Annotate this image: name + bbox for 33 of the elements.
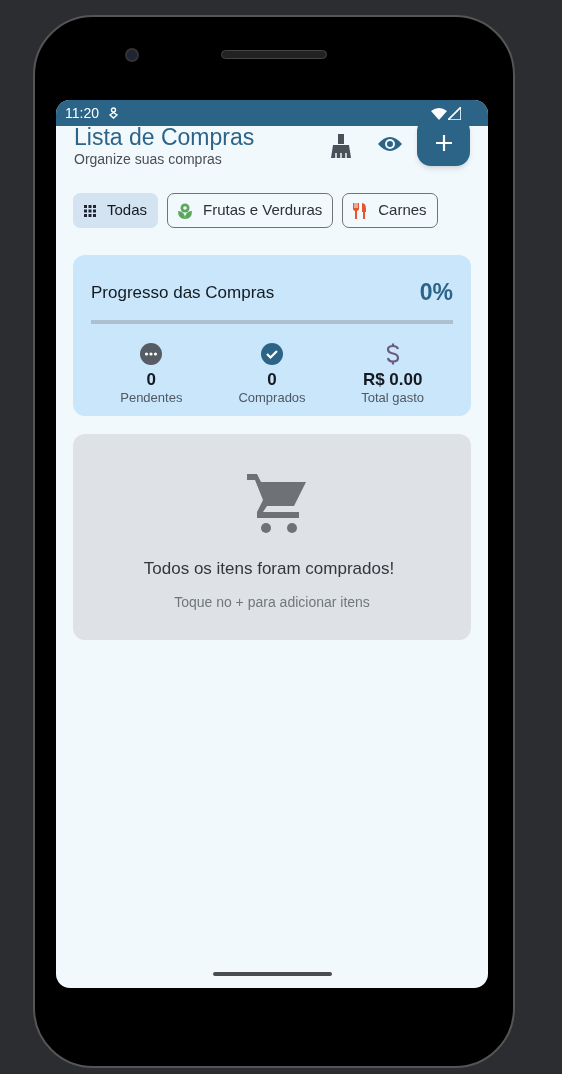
status-time: 11:20	[65, 103, 99, 123]
wifi-icon	[431, 106, 447, 120]
stat-label: Pendentes	[120, 388, 183, 407]
notification-icon	[109, 107, 118, 119]
flower-icon	[178, 202, 193, 219]
cutlery-icon	[353, 202, 368, 219]
clear-button[interactable]	[330, 134, 352, 158]
more-icon	[140, 342, 163, 365]
stat-label: Total gasto	[361, 388, 425, 407]
empty-state-hint: Toque no + para adicionar itens	[174, 592, 370, 612]
add-button[interactable]	[417, 120, 470, 166]
eye-icon	[377, 135, 403, 153]
broom-icon	[330, 134, 352, 158]
app-subtitle: Organize suas compras	[74, 150, 223, 168]
cart-icon	[247, 474, 307, 534]
progress-title: Progresso das Compras	[91, 281, 275, 304]
stat-value: R$ 0.00	[362, 370, 423, 389]
empty-state-title: Todos os itens foram comprados!	[143, 558, 395, 580]
grid-icon	[84, 204, 96, 217]
stat-value: 0	[146, 370, 157, 389]
progress-percent: 0%	[419, 278, 453, 307]
camera-icon	[125, 48, 139, 62]
check-circle-icon	[261, 342, 283, 365]
filter-chip[interactable]: Frutas e Verduras	[167, 193, 334, 228]
stat-value: 0	[267, 370, 277, 389]
signal-icon	[448, 106, 461, 120]
visibility-button[interactable]	[377, 135, 403, 153]
filter-chip[interactable]: Todas	[73, 193, 159, 228]
app-title: Lista de Compras	[74, 126, 255, 148]
dollar-icon	[385, 342, 400, 365]
plus-icon	[434, 134, 453, 152]
filter-chip[interactable]: Carnes	[342, 193, 438, 228]
stat-label: Comprados	[238, 388, 306, 407]
